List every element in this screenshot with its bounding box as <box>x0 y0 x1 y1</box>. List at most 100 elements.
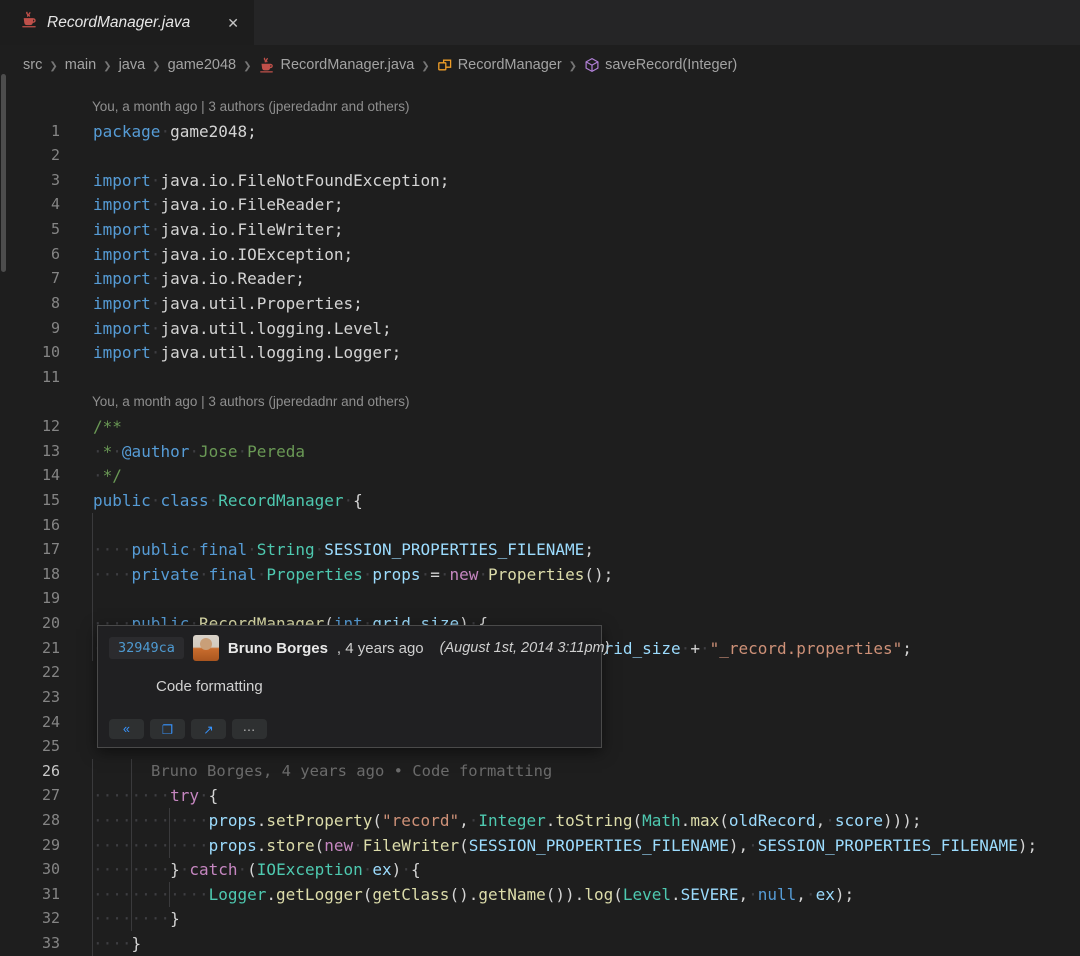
code-token: class <box>160 491 208 510</box>
code-line-content: import·java.util.Properties; <box>93 291 363 316</box>
line-number[interactable]: 31 <box>0 882 60 907</box>
code-token: Math <box>642 811 681 830</box>
whitespace-dots: · <box>315 540 325 559</box>
line-number[interactable]: 29 <box>0 833 60 858</box>
code-line[interactable]: 13·*·@author·Jose·Pereda <box>0 439 1080 464</box>
code-line[interactable]: 32········} <box>0 906 1080 931</box>
line-number[interactable]: 13 <box>0 439 60 464</box>
code-line[interactable]: 6import·java.io.IOException; <box>0 242 1080 267</box>
line-number[interactable]: 24 <box>0 710 60 735</box>
code-line[interactable]: 1package·game2048; <box>0 119 1080 144</box>
code-line-content: public·class·RecordManager·{ <box>93 488 363 513</box>
line-number[interactable]: 30 <box>0 857 60 882</box>
commit-author: Bruno Borges <box>228 640 328 657</box>
line-number[interactable]: 14 <box>0 463 60 488</box>
left-scrollbar[interactable] <box>1 74 6 272</box>
code-line[interactable]: 31············Logger.getLogger(getClass(… <box>0 882 1080 907</box>
whitespace-dots: · <box>209 491 219 510</box>
line-number[interactable]: 18 <box>0 562 60 587</box>
code-line-content: import·java.io.FileWriter; <box>93 217 343 242</box>
code-line[interactable]: 11 <box>0 365 1080 390</box>
codelens-row: You, a month ago | 3 authors (jperedadnr… <box>0 94 1080 119</box>
copy-commit-button[interactable]: ❐ <box>150 719 185 739</box>
line-number[interactable]: 28 <box>0 808 60 833</box>
line-number[interactable]: 27 <box>0 783 60 808</box>
whitespace-dots: · <box>151 171 161 190</box>
code-token: java.io.FileWriter; <box>160 220 343 239</box>
line-number[interactable]: 4 <box>0 192 60 217</box>
line-number[interactable]: 12 <box>0 414 60 439</box>
code-token: (); <box>584 565 613 584</box>
code-line-content: ·*/ <box>93 463 122 488</box>
code-line[interactable]: 18····private·final·Properties·props·=·n… <box>0 562 1080 587</box>
line-number[interactable]: 6 <box>0 242 60 267</box>
line-number[interactable]: 10 <box>0 340 60 365</box>
commit-hash-link[interactable]: 32949ca <box>109 637 184 659</box>
code-token: score <box>835 811 883 830</box>
code-line[interactable]: 26Bruno Borges, 4 years ago • Code forma… <box>0 759 1080 784</box>
code-line[interactable]: 29············props.store(new·FileWriter… <box>0 833 1080 858</box>
code-line[interactable]: 17····public·final·String·SESSION_PROPER… <box>0 537 1080 562</box>
code-token: final <box>209 565 257 584</box>
line-number[interactable]: 2 <box>0 143 60 168</box>
line-number[interactable]: 11 <box>0 365 60 390</box>
code-line[interactable]: 5 import·java.io.FileWriter; <box>0 217 1080 242</box>
code-line[interactable]: 27········try·{ <box>0 783 1080 808</box>
code-line[interactable]: 8 import·java.util.Properties; <box>0 291 1080 316</box>
code-line[interactable]: 10import·java.util.logging.Logger; <box>0 340 1080 365</box>
open-previous-revision-button[interactable]: « <box>109 719 144 739</box>
code-line[interactable]: 3import·java.io.FileNotFoundException; <box>0 168 1080 193</box>
editor-code-area[interactable]: You, a month ago | 3 authors (jperedadnr… <box>0 0 1080 946</box>
code-token: ) <box>392 860 402 879</box>
whitespace-dots: ···· <box>93 934 132 953</box>
line-number[interactable]: 19 <box>0 586 60 611</box>
git-blame-lens[interactable]: You, a month ago | 3 authors (jperedadnr… <box>92 96 409 118</box>
line-number[interactable]: 21 <box>0 636 60 661</box>
code-token: = <box>430 565 440 584</box>
line-number[interactable]: 8 <box>0 291 60 316</box>
code-line[interactable]: 15 public·class·RecordManager·{ <box>0 488 1080 513</box>
code-line[interactable]: 30········}·catch·(IOException·ex)·{ <box>0 857 1080 882</box>
line-number[interactable]: 16 <box>0 513 60 538</box>
line-number[interactable]: 15 <box>0 488 60 513</box>
line-number[interactable]: 3 <box>0 168 60 193</box>
open-remote-button[interactable]: ↗ <box>191 719 226 739</box>
line-number[interactable]: 32 <box>0 906 60 931</box>
code-line[interactable]: 19 <box>0 586 1080 611</box>
code-line[interactable]: 9 import·java.util.logging.Level; <box>0 316 1080 341</box>
whitespace-dots: · <box>160 122 170 141</box>
line-number[interactable]: 23 <box>0 685 60 710</box>
code-token: getLogger <box>276 885 363 904</box>
commit-message: Code formatting <box>98 661 601 695</box>
code-line[interactable]: 33····} <box>0 931 1080 956</box>
code-line-content: import·java.util.logging.Level; <box>93 316 392 341</box>
code-line[interactable]: 28············props.setProperty("record"… <box>0 808 1080 833</box>
code-token: setProperty <box>266 811 372 830</box>
line-number[interactable]: 33 <box>0 931 60 956</box>
code-token: } <box>170 909 180 928</box>
whitespace-dots: ············ <box>93 836 209 855</box>
code-token: new <box>324 836 353 855</box>
line-number[interactable]: 1 <box>0 119 60 144</box>
code-line[interactable]: 16 <box>0 513 1080 538</box>
code-line[interactable]: 12/** <box>0 414 1080 439</box>
code-line[interactable]: 2 <box>0 143 1080 168</box>
line-number[interactable]: 9 <box>0 316 60 341</box>
code-token: , <box>738 885 748 904</box>
line-number[interactable]: 17 <box>0 537 60 562</box>
more-actions-button[interactable]: ⋯ <box>232 719 267 739</box>
line-number[interactable]: 5 <box>0 217 60 242</box>
code-line[interactable]: 14 ·*/ <box>0 463 1080 488</box>
line-number[interactable]: 20 <box>0 611 60 636</box>
code-token: catch <box>189 860 237 879</box>
code-token: ); <box>1018 836 1037 855</box>
line-number[interactable]: 22 <box>0 660 60 685</box>
code-line[interactable]: 4import·java.io.FileReader; <box>0 192 1080 217</box>
code-token: Properties <box>266 565 362 584</box>
line-number[interactable]: 7 <box>0 266 60 291</box>
code-token: public <box>132 540 190 559</box>
line-number[interactable]: 26 <box>0 759 60 784</box>
git-blame-lens[interactable]: You, a month ago | 3 authors (jperedadnr… <box>92 391 409 413</box>
line-number[interactable]: 25 <box>0 734 60 759</box>
code-line[interactable]: 7import·java.io.Reader; <box>0 266 1080 291</box>
